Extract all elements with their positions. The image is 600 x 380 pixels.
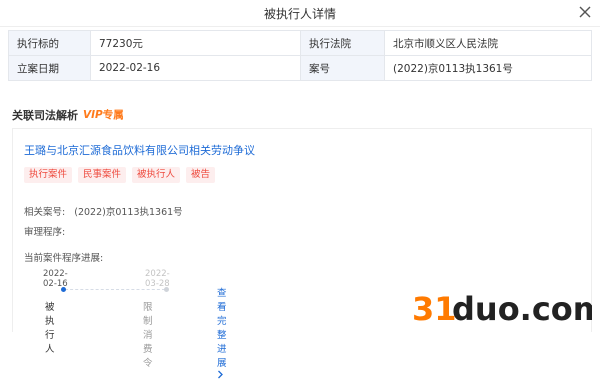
case-title-link[interactable]: 王璐与北京汇源食品饮料有限公司相关劳动争议 xyxy=(24,142,255,158)
timeline-connector xyxy=(65,289,165,290)
progress-label: 当前案件程序进展: xyxy=(24,253,104,264)
info-label: 案号 xyxy=(300,55,385,81)
detail-dialog: 被执行人详情 执行标的 77230元 执行法院 北京市顺义区人民法院 立案日期 … xyxy=(0,0,600,379)
step-date: 2022-03-28 xyxy=(145,269,170,289)
watermark-digits: 31 xyxy=(412,290,457,326)
step-dot-inactive xyxy=(164,287,169,292)
vip-label: VIP xyxy=(83,109,103,121)
step-date: 2022-02-16 xyxy=(43,269,68,289)
case-tag: 被执行人 xyxy=(132,167,181,183)
procedure-label: 审理程序: xyxy=(24,227,66,238)
info-table: 执行标的 77230元 执行法院 北京市顺义区人民法院 立案日期 2022-02… xyxy=(8,30,592,81)
dialog-header: 被执行人详情 xyxy=(0,0,600,27)
case-tag: 民事案件 xyxy=(78,167,127,183)
info-value: (2022)京0113执1361号 xyxy=(384,55,592,81)
vip-suffix: 专属 xyxy=(102,109,124,121)
step-dot-active xyxy=(61,287,66,292)
info-value: 77230元 xyxy=(90,30,301,56)
step-label: 被执行人 xyxy=(45,302,55,355)
info-row: 执行标的 77230元 执行法院 北京市顺义区人民法院 xyxy=(8,30,592,56)
view-full-progress-link[interactable]: 查看完整进展 xyxy=(217,285,227,380)
section-title: 关联司法解析 xyxy=(12,109,78,122)
info-label: 执行法院 xyxy=(300,30,385,56)
chevron-right-icon xyxy=(217,369,224,380)
info-label: 立案日期 xyxy=(8,55,91,81)
vip-badge: VIP专属 xyxy=(83,107,124,122)
watermark-text: duo.com xyxy=(452,290,592,326)
info-value: 2022-02-16 xyxy=(90,55,301,81)
watermark-logo: 31 duo.com xyxy=(412,290,592,326)
more-link-label: 查看完整进展 xyxy=(217,288,227,369)
close-icon[interactable] xyxy=(576,3,594,21)
dialog-title: 被执行人详情 xyxy=(263,7,336,21)
case-tag: 执行案件 xyxy=(24,167,73,183)
info-value: 北京市顺义区人民法院 xyxy=(384,30,592,56)
related-case-value: (2022)京0113执1361号 xyxy=(74,207,183,218)
related-case-row: 相关案号: (2022)京0113执1361号 xyxy=(24,204,183,218)
case-tags: 执行案件 民事案件 被执行人 被告 xyxy=(24,162,221,183)
info-row: 立案日期 2022-02-16 案号 (2022)京0113执1361号 xyxy=(8,55,592,81)
case-tag: 被告 xyxy=(186,167,216,183)
info-label: 执行标的 xyxy=(8,30,91,56)
related-case-label: 相关案号: xyxy=(24,207,66,218)
step-label: 限制消费令 xyxy=(143,302,153,369)
